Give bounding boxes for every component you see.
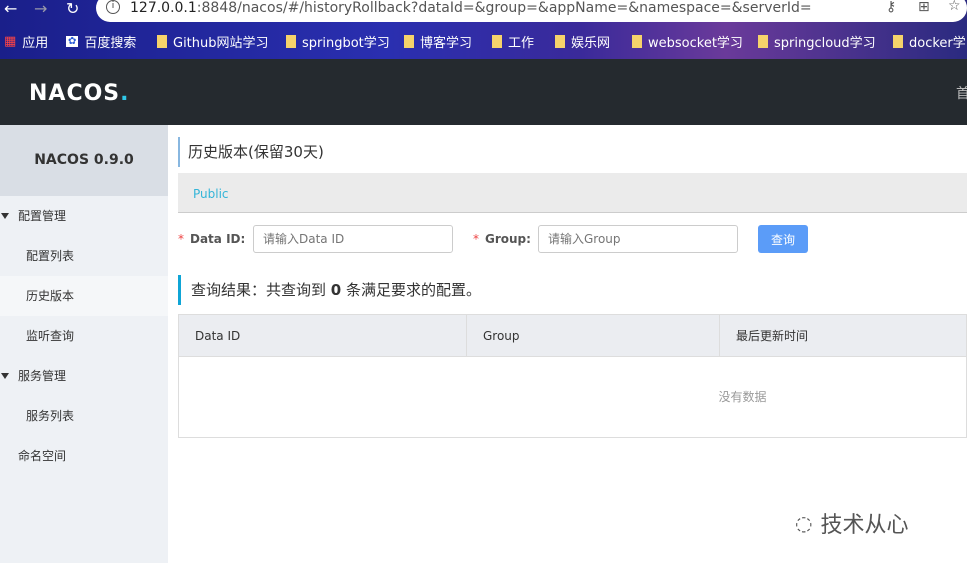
column-last-updated[interactable]: 最后更新时间 bbox=[720, 315, 966, 356]
bookmark[interactable]: 工作 bbox=[492, 32, 534, 51]
url-path: :8848/nacos/#/historyRollback?dataId=&gr… bbox=[196, 0, 812, 16]
sidebar-item-namespace[interactable]: 命名空间 bbox=[0, 436, 168, 476]
folder-icon bbox=[492, 35, 502, 48]
version-label: NACOS 0.9.0 bbox=[0, 125, 168, 196]
bookmark-label: Github网站学习 bbox=[173, 36, 269, 51]
query-button[interactable]: 查询 bbox=[758, 225, 808, 253]
star-icon[interactable]: ☆ bbox=[948, 0, 961, 14]
nacos-logo[interactable]: NACOS. bbox=[29, 81, 130, 106]
bookmark-label: 工作 bbox=[508, 36, 535, 51]
empty-message: 没有数据 bbox=[718, 390, 767, 404]
forward-icon[interactable]: → bbox=[34, 0, 47, 20]
bookmark-label: 博客学习 bbox=[420, 36, 473, 51]
bookmark[interactable]: ✿ 百度搜索 bbox=[66, 32, 136, 51]
folder-icon bbox=[404, 35, 414, 48]
bookmark-label: springcloud学习 bbox=[774, 36, 876, 51]
reload-icon[interactable]: ↻ bbox=[66, 0, 79, 20]
watermark: ◌ 技术从心 bbox=[795, 507, 908, 539]
translate-icon[interactable]: ⊞ bbox=[918, 0, 930, 15]
group-input[interactable] bbox=[538, 225, 738, 253]
apps-icon: ▦ bbox=[4, 34, 17, 49]
sidebar-group-config[interactable]: 配置管理 bbox=[0, 196, 168, 236]
address-bar[interactable]: i 127.0.0.1:8848/nacos/#/historyRollback… bbox=[96, 0, 967, 22]
result-count: 0 bbox=[330, 281, 342, 299]
info-icon[interactable]: i bbox=[106, 0, 120, 14]
sidebar-item-config-list[interactable]: 配置列表 bbox=[0, 236, 168, 276]
bookmark-apps[interactable]: ▦ 应用 bbox=[4, 32, 48, 51]
bookmark[interactable]: 博客学习 bbox=[404, 32, 472, 51]
sidebar-item-label: 监听查询 bbox=[26, 329, 75, 343]
bookmark[interactable]: Github网站学习 bbox=[157, 32, 269, 51]
sidebar-item-label: 服务列表 bbox=[26, 409, 75, 423]
required-mark: * bbox=[473, 232, 479, 246]
table-header: Data ID Group 最后更新时间 bbox=[179, 315, 966, 357]
browser-chrome: ← → ↻ i 127.0.0.1:8848/nacos/#/historyRo… bbox=[0, 0, 967, 59]
app-header: NACOS. 首 bbox=[0, 59, 967, 125]
sidebar-group-service[interactable]: 服务管理 bbox=[0, 356, 168, 396]
nav-home[interactable]: 首 bbox=[956, 83, 967, 103]
logo-text: NACOS bbox=[29, 81, 121, 106]
bookmark[interactable]: 娱乐网 bbox=[555, 32, 610, 51]
history-table: Data ID Group 最后更新时间 没有数据 bbox=[178, 314, 967, 438]
bookmark-label: websocket学习 bbox=[648, 36, 743, 51]
namespace-public[interactable]: Public bbox=[193, 187, 229, 201]
page-title: 历史版本(保留30天) bbox=[178, 137, 324, 167]
folder-icon bbox=[758, 35, 768, 48]
sidebar-item-service-list[interactable]: 服务列表 bbox=[0, 396, 168, 436]
url-host: 127.0.0.1 bbox=[130, 0, 197, 16]
group-label: * Group: bbox=[473, 232, 531, 246]
sidebar-item-label: 命名空间 bbox=[18, 449, 67, 463]
folder-icon bbox=[555, 35, 565, 48]
key-icon[interactable]: ⚷ bbox=[886, 0, 896, 15]
required-mark: * bbox=[178, 232, 184, 246]
caret-down-icon bbox=[1, 373, 9, 379]
folder-icon bbox=[632, 35, 642, 48]
wechat-icon: ◌ bbox=[795, 511, 813, 535]
bookmark[interactable]: springbot学习 bbox=[286, 32, 390, 51]
result-text: 条满足要求的配置。 bbox=[341, 281, 481, 299]
namespace-bar: Public bbox=[178, 173, 967, 213]
sidebar-item-label: 服务管理 bbox=[18, 369, 67, 383]
column-group[interactable]: Group bbox=[467, 315, 720, 356]
logo-dot: . bbox=[120, 81, 130, 106]
data-id-label: * Data ID: bbox=[178, 232, 245, 246]
result-summary: 查询结果：共查询到 0 条满足要求的配置。 bbox=[178, 275, 481, 305]
bookmark[interactable]: websocket学习 bbox=[632, 32, 743, 51]
result-text: 查询结果：共查询到 bbox=[191, 281, 331, 299]
bookmark-label: 应用 bbox=[22, 36, 49, 51]
column-data-id[interactable]: Data ID bbox=[179, 315, 467, 356]
data-id-input[interactable] bbox=[253, 225, 453, 253]
sidebar-item-history[interactable]: 历史版本 bbox=[0, 276, 168, 316]
bookmark[interactable]: springcloud学习 bbox=[758, 32, 876, 51]
watermark-text: 技术从心 bbox=[820, 513, 909, 538]
sidebar-item-label: 历史版本 bbox=[26, 289, 75, 303]
label-text: Group: bbox=[485, 232, 531, 246]
bookmark-label: springbot学习 bbox=[302, 36, 390, 51]
sidebar: NACOS 0.9.0 配置管理 配置列表 历史版本 监听查询 服务管理 服务列… bbox=[0, 125, 168, 563]
bookmark-label: 百度搜索 bbox=[84, 36, 137, 51]
back-icon[interactable]: ← bbox=[4, 0, 17, 20]
main-content: 历史版本(保留30天) Public *Data ID: *Group: 查询 … bbox=[168, 125, 967, 563]
sidebar-item-label: 配置管理 bbox=[18, 209, 67, 223]
caret-down-icon bbox=[1, 213, 9, 219]
sidebar-item-label: 配置列表 bbox=[26, 249, 75, 263]
bookmark-label: docker学习 bbox=[909, 36, 967, 51]
folder-icon bbox=[893, 35, 903, 48]
sidebar-item-listener[interactable]: 监听查询 bbox=[0, 316, 168, 356]
baidu-icon: ✿ bbox=[66, 36, 79, 47]
label-text: Data ID: bbox=[190, 232, 246, 246]
bookmark[interactable]: docker学习 bbox=[893, 32, 967, 51]
folder-icon bbox=[286, 35, 296, 48]
bookmark-label: 娱乐网 bbox=[571, 36, 611, 51]
folder-icon bbox=[157, 35, 167, 48]
